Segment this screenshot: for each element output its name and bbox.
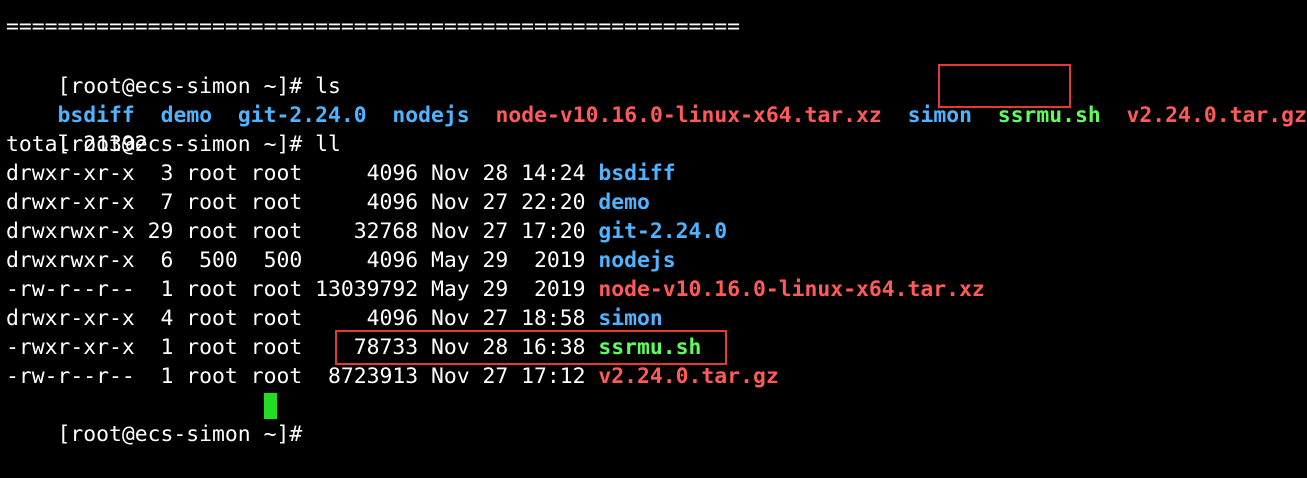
file-name: bsdiff xyxy=(598,161,676,186)
file-name: v2.24.0.tar.gz xyxy=(598,364,779,389)
cursor-block xyxy=(264,393,277,419)
file-meta: drwxrwxr-x 29 root root 32768 Nov 27 17:… xyxy=(6,219,599,244)
highlight-box-ls xyxy=(938,64,1071,108)
ll-row: drwxr-xr-x 3 root root 4096 Nov 28 14:24… xyxy=(6,159,676,188)
ls-item: v2.24.0.tar.gz xyxy=(1126,103,1307,128)
shell-prompt: [root@ecs-simon ~]# xyxy=(57,422,316,447)
ll-row: drwxr-xr-x 4 root root 4096 Nov 27 18:58… xyxy=(6,304,663,333)
file-name: demo xyxy=(598,190,650,215)
terminal-window[interactable]: ========================================… xyxy=(0,0,1307,447)
file-meta: -rw-r--r-- 1 root root 8723913 Nov 27 17… xyxy=(6,364,599,389)
file-name: git-2.24.0 xyxy=(598,219,728,244)
separator-line: ========================================… xyxy=(6,14,741,39)
file-meta: drwxr-xr-x 4 root root 4096 Nov 27 18:58 xyxy=(6,306,599,331)
ll-row: drwxr-xr-x 7 root root 4096 Nov 27 22:20… xyxy=(6,188,650,217)
ll-row: -rw-r--r-- 1 root root 13039792 May 29 2… xyxy=(6,275,985,304)
file-name: nodejs xyxy=(598,248,676,273)
command-text: ll xyxy=(315,132,341,157)
command-line-ll: [root@ecs-simon ~]# ll xyxy=(6,101,341,157)
file-name: simon xyxy=(598,306,663,331)
highlight-box-ll xyxy=(335,330,727,365)
ls-item: node-v10.16.0-linux-x64.tar.xz xyxy=(495,103,882,128)
file-name: node-v10.16.0-linux-x64.tar.xz xyxy=(598,277,985,302)
command-line-ls: [root@ecs-simon ~]# ls xyxy=(6,43,341,99)
file-meta: drwxrwxr-x 6 500 500 4096 May 29 2019 xyxy=(6,248,599,273)
ls-item: nodejs xyxy=(392,103,470,128)
file-meta: drwxr-xr-x 7 root root 4096 Nov 27 22:20 xyxy=(6,190,599,215)
file-meta: drwxr-xr-x 3 root root 4096 Nov 28 14:24 xyxy=(6,161,599,186)
ll-row: drwxrwxr-x 6 500 500 4096 May 29 2019 no… xyxy=(6,246,676,275)
ll-row: -rw-r--r-- 1 root root 8723913 Nov 27 17… xyxy=(6,362,779,391)
file-meta: -rw-r--r-- 1 root root 13039792 May 29 2… xyxy=(6,277,599,302)
total-line: total 21392 xyxy=(6,132,148,157)
ll-row: drwxrwxr-x 29 root root 32768 Nov 27 17:… xyxy=(6,217,727,246)
ls-output-row: bsdiff demo git-2.24.0 nodejs node-v10.1… xyxy=(6,72,1307,128)
